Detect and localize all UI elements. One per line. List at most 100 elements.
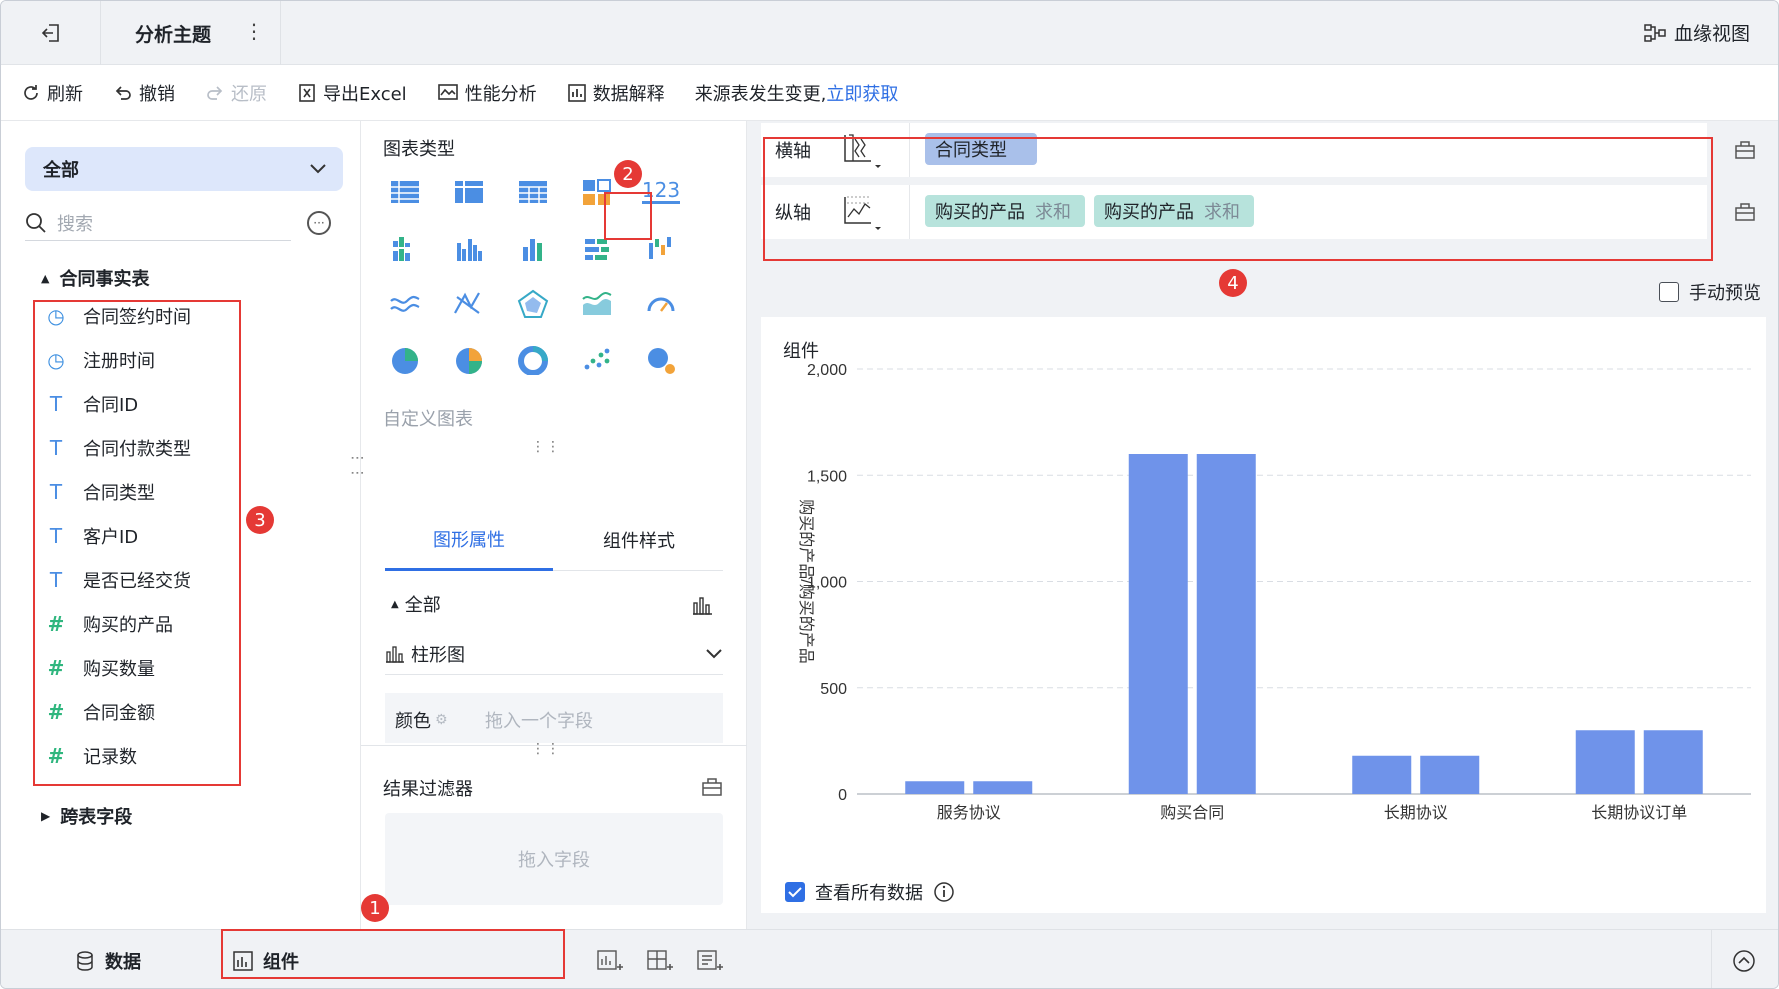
redo-button[interactable]: 还原: [205, 80, 267, 106]
chart-type-column-chart[interactable]: [515, 233, 551, 265]
line-chart-icon: [390, 295, 420, 312]
data-explain-button[interactable]: 数据解释: [567, 80, 665, 106]
more-options-icon[interactable]: ⋮: [244, 19, 264, 43]
table-group-cross[interactable]: ▶ 跨表字段: [41, 803, 132, 829]
color-drop-zone[interactable]: 颜色 ⚙ 拖入一个字段: [385, 693, 723, 743]
chart-config-panel: 图表类型 123 自定义图表 ⋮⋮ 图形属性 组件样式 ▲ 全部 柱形图 颜色 …: [361, 121, 747, 929]
all-properties-group[interactable]: ▲ 全部: [391, 591, 441, 617]
section-resize-handle[interactable]: ⋮⋮: [531, 741, 561, 757]
chart-type-grouped-bar[interactable]: [387, 233, 423, 265]
x-axis-settings-button[interactable]: [1725, 123, 1765, 177]
filter-drop-zone[interactable]: 拖入字段: [385, 813, 723, 905]
manual-preview-checkbox[interactable]: [1659, 282, 1679, 302]
search-more-icon[interactable]: ···: [307, 211, 331, 235]
chart-kind-select[interactable]: 柱形图: [385, 633, 723, 675]
chart-bar: [1196, 454, 1256, 794]
check-icon: [788, 887, 802, 898]
undo-button[interactable]: 撤销: [113, 80, 175, 106]
table-group-label: 合同事实表: [59, 269, 150, 290]
y-tick-label: 0: [838, 787, 847, 804]
bar-group-icon: [457, 239, 482, 261]
chart-type-table[interactable]: [387, 175, 423, 207]
section-resize-handle[interactable]: ⋮⋮: [531, 439, 561, 455]
radar-line-icon: [454, 292, 480, 314]
view-all-data-checkbox[interactable]: [785, 882, 805, 902]
add-story-icon[interactable]: [697, 950, 723, 974]
manual-preview-toggle[interactable]: 手动预览: [1659, 279, 1761, 305]
y-axis-settings-button[interactable]: [1725, 185, 1765, 239]
chart-type-radar-line[interactable]: [451, 287, 487, 319]
performance-analysis-label: 性能分析: [464, 83, 537, 105]
result-filter-label: 结果过滤器: [383, 779, 473, 800]
scatter-chart-icon: [584, 348, 610, 370]
area-chart-icon: [582, 292, 612, 315]
chart-bar: [1352, 755, 1412, 794]
bubble-chart-icon: [648, 348, 675, 374]
annotation-box-field-list: [33, 300, 241, 786]
chart-type-gauge[interactable]: [643, 287, 679, 319]
bar-chart-icon[interactable]: [691, 595, 713, 615]
back-button[interactable]: [1, 1, 101, 65]
chart-type-scatter-chart[interactable]: [579, 343, 615, 375]
chart-bar: [1420, 755, 1480, 794]
collapse-up-icon[interactable]: [1732, 949, 1756, 973]
chart-type-bubble-chart[interactable]: [643, 343, 679, 375]
color-label-text: 颜色: [395, 711, 431, 732]
export-excel-button[interactable]: 导出Excel: [297, 80, 407, 106]
settings-box-icon: [1735, 141, 1755, 159]
search-field[interactable]: 搜索: [25, 205, 291, 241]
refresh-label: 刷新: [47, 83, 83, 105]
radar-chart-icon: [517, 289, 549, 318]
y-tick-label: 500: [820, 681, 847, 698]
source-changed-message: 来源表发生变更,立即获取: [695, 80, 899, 106]
custom-chart-label[interactable]: 自定义图表: [383, 405, 473, 431]
filter-settings-icon[interactable]: [701, 777, 723, 797]
caret-down-icon: ▲: [391, 598, 399, 610]
chevron-down-icon: [310, 164, 326, 174]
view-all-data-toggle[interactable]: 查看所有数据: [785, 879, 955, 905]
chevron-down-icon: [706, 648, 722, 658]
add-dashboard-icon[interactable]: [647, 950, 673, 974]
manual-preview-label: 手动预览: [1689, 283, 1761, 304]
chart-type-pie-chart[interactable]: [387, 343, 423, 375]
app-window: 分析主题 ⋮ 血缘视图 刷新 撤销 还原 导出Excel 性能分析 数据解释 来…: [0, 0, 1779, 989]
annotation-badge: 3: [246, 506, 274, 534]
scope-select[interactable]: 全部: [25, 147, 343, 191]
bar-chart-icon: [386, 645, 404, 663]
all-properties-label: 全部: [404, 595, 441, 616]
pie-chart-icon: [392, 348, 418, 374]
refresh-button[interactable]: 刷新: [21, 80, 83, 106]
chart-card: 组件 0 500 1,000 1,500 2,000 购买的产品/购买的产品 服务协议 购买合…: [761, 317, 1766, 913]
undo-icon: [115, 85, 131, 100]
chart-type-bar-group[interactable]: [451, 233, 487, 265]
redo-label: 还原: [231, 83, 267, 105]
bar-chart: 05001,0001,5002,000购买的产品/购买的产品服务协议 购买合同 长期…: [797, 362, 1751, 822]
fetch-now-link[interactable]: 立即获取: [826, 84, 898, 105]
chart-type-radar-chart[interactable]: [515, 287, 551, 319]
x-tick-label: 长期协议订单: [1591, 804, 1687, 822]
chart-type-line-chart[interactable]: [387, 287, 423, 319]
detail-table-icon: [519, 181, 547, 203]
chart-type-area-chart[interactable]: [579, 287, 615, 319]
chart-bar: [1575, 730, 1635, 794]
tab-graphic-properties[interactable]: 图形属性: [385, 509, 553, 571]
add-component-icon[interactable]: [597, 950, 623, 974]
chart-type-multi-pie[interactable]: [451, 343, 487, 375]
annotation-box-chart-type: [604, 192, 652, 240]
table-group-contract[interactable]: ▲ 合同事实表: [41, 265, 149, 291]
grouped-bar-icon: [393, 237, 410, 261]
chart-bar: [1643, 730, 1703, 794]
ring-chart-icon: [518, 346, 548, 375]
performance-analysis-button[interactable]: 性能分析: [437, 80, 537, 106]
lineage-view-label: 血缘视图: [1673, 23, 1750, 45]
data-tab[interactable]: 数据: [75, 930, 141, 988]
refresh-icon: [24, 84, 38, 100]
chart-type-ring-chart[interactable]: [515, 343, 551, 375]
info-icon[interactable]: [933, 881, 955, 903]
chart-type-cross-table[interactable]: [451, 175, 487, 207]
redo-icon: [207, 85, 223, 100]
tab-component-style[interactable]: 组件样式: [555, 509, 723, 571]
chart-type-detail-table[interactable]: [515, 175, 551, 207]
performance-icon: [437, 83, 458, 100]
lineage-view-button[interactable]: 血缘视图: [1644, 19, 1750, 46]
